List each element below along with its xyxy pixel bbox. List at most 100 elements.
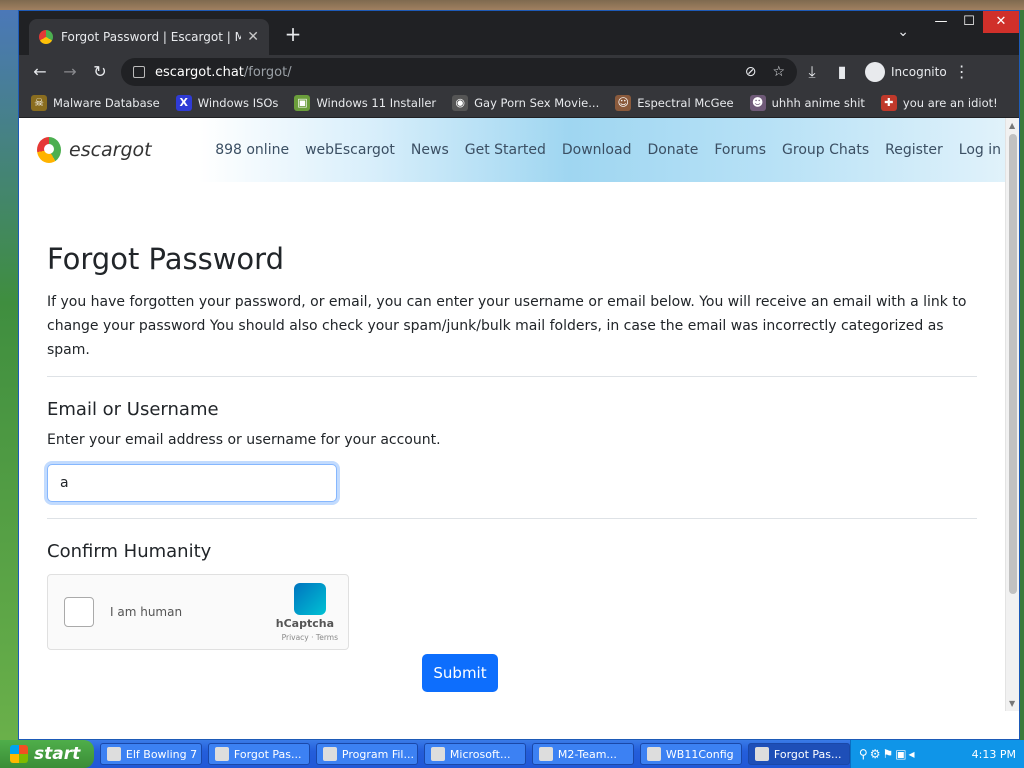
confirm-humanity-heading: Confirm Humanity — [47, 541, 212, 562]
scrollbar-thumb[interactable] — [1009, 134, 1017, 594]
incognito-icon — [865, 62, 885, 82]
desktop-background-right — [1020, 10, 1024, 740]
eye-off-icon[interactable]: ⊘ — [745, 64, 757, 80]
tray-icons[interactable]: ⚲⚙⚑▣◂ — [859, 747, 972, 761]
bookmark-label: Gay Porn Sex Movie... — [474, 96, 600, 110]
taskbar-button[interactable]: Forgot Pas... — [207, 743, 310, 765]
taskbar-button[interactable]: Microsoft... — [423, 743, 526, 765]
web-page: escargot 898 online webEscargot News Get St… — [19, 118, 1019, 711]
url-path: /forgot/ — [243, 64, 292, 80]
bookmark-item[interactable]: ◉ Gay Porn Sex Movie... — [452, 95, 599, 111]
bookmark-label: Espectral McGee — [637, 96, 734, 110]
intro-text: If you have forgotten your password, or … — [47, 294, 967, 358]
tab-close-icon[interactable]: ✕ — [247, 29, 259, 45]
bookmark-label: Windows 11 Installer — [316, 96, 437, 110]
tab-forgot-password[interactable]: Forgot Password | Escargot | MSN ✕ — [29, 19, 269, 55]
taskbar-button[interactable]: Forgot Pas... — [747, 743, 850, 765]
escargot-favicon-icon — [39, 30, 53, 44]
captcha-label: I am human — [110, 605, 183, 619]
email-heading: Email or Username — [47, 399, 219, 420]
hcaptcha-logo-icon — [294, 583, 326, 615]
scroll-down-icon[interactable]: ▼ — [1009, 699, 1015, 708]
page-title: Forgot Password — [47, 242, 284, 276]
bookmark-item[interactable]: ▣ Windows 11 Installer — [294, 95, 436, 111]
maximize-button[interactable]: ☐ — [955, 11, 983, 33]
hcaptcha-widget: I am human hCaptcha Privacy · Terms — [47, 574, 349, 650]
taskbar-button[interactable]: Program Fil... — [315, 743, 418, 765]
escargot-brand[interactable]: escargot — [37, 137, 152, 163]
tab-strip: Forgot Password | Escargot | MSN ✕ + ⌄ —… — [19, 11, 1019, 55]
nav-link[interactable]: Get Started — [465, 142, 546, 158]
new-tab-button[interactable]: + — [281, 23, 305, 47]
bookmark-star-icon[interactable]: ☆ — [772, 64, 785, 80]
nav-link[interactable]: Download — [562, 142, 632, 158]
desktop-background-top — [0, 0, 1024, 10]
windows-logo-icon — [10, 745, 28, 763]
app-icon — [538, 747, 553, 761]
nav-link[interactable]: Forums — [714, 142, 766, 158]
bookmark-label: you are an idiot! — [902, 96, 998, 110]
nav-link[interactable]: Log in — [959, 142, 1001, 158]
start-label: start — [34, 744, 81, 764]
escargot-logo-icon — [37, 137, 61, 163]
download-icon[interactable]: ⤓ — [797, 58, 827, 86]
taskbar-label: Program Fil... — [341, 747, 414, 761]
bookmark-item[interactable]: ☺ Espectral McGee — [615, 95, 734, 111]
address-bar[interactable]: escargot.chat /forgot/ ⊘ ☆ — [121, 58, 797, 86]
window-controls: — ☐ ✕ — [927, 11, 1019, 33]
taskbar-button[interactable]: Elf Bowling 7 — [99, 743, 202, 765]
nav-link[interactable]: 898 online — [215, 142, 289, 158]
nav-link[interactable]: Donate — [647, 142, 698, 158]
clock[interactable]: 4:13 PM — [972, 748, 1016, 761]
back-button[interactable]: ← — [25, 58, 55, 86]
nav-link[interactable]: News — [411, 142, 449, 158]
skull-icon: ☠ — [31, 95, 47, 111]
side-panel-icon[interactable]: ▮ — [827, 58, 857, 86]
incognito-indicator[interactable]: Incognito — [865, 62, 947, 82]
taskbar-button[interactable]: M2-Team... — [531, 743, 634, 765]
incognito-label: Incognito — [891, 65, 947, 79]
url-host: escargot.chat — [155, 64, 244, 80]
taskbar-button[interactable]: WB11Config — [639, 743, 742, 765]
taskbar-label: M2-Team... — [557, 747, 617, 761]
email-help-text: Enter your email address or username for… — [47, 432, 441, 448]
taskbar-tasks: Elf Bowling 7 Forgot Pas... Program Fil...… — [94, 743, 850, 765]
nav-link[interactable]: Register — [885, 142, 943, 158]
brand-name: escargot — [69, 139, 152, 161]
nav-link[interactable]: webEscargot — [305, 142, 395, 158]
desktop-background-left — [0, 10, 18, 740]
film-icon: ◉ — [452, 95, 469, 111]
divider — [47, 376, 977, 377]
lock-icon[interactable] — [133, 66, 145, 78]
close-window-button[interactable]: ✕ — [983, 11, 1019, 33]
avatar-icon: ☺ — [615, 95, 632, 111]
app-icon — [646, 747, 661, 761]
bookmark-label: Windows ISOs — [197, 96, 279, 110]
hcaptcha-links[interactable]: Privacy · Terms — [282, 633, 338, 642]
minimize-button[interactable]: — — [927, 11, 955, 33]
bookmark-item[interactable]: ✚ you are an idiot! — [880, 95, 998, 111]
forward-button[interactable]: → — [55, 58, 85, 86]
captcha-checkbox[interactable] — [64, 597, 94, 627]
site-navbar: escargot 898 online webEscargot News Get St… — [19, 118, 1019, 182]
page-scrollbar[interactable]: ▲ ▼ — [1005, 118, 1019, 711]
email-or-username-input[interactable] — [47, 464, 337, 502]
start-button[interactable]: start — [0, 740, 94, 768]
bookmark-item[interactable]: X Windows ISOs — [175, 95, 279, 111]
tab-title: Forgot Password | Escargot | MSN — [61, 30, 241, 44]
anime-icon: ☻ — [749, 95, 766, 111]
bookmark-item[interactable]: ☻ uhhh anime shit — [749, 95, 865, 111]
scroll-up-icon[interactable]: ▲ — [1009, 121, 1015, 130]
site-nav-links: 898 online webEscargot News Get Started Down… — [199, 142, 1001, 158]
tab-search-icon[interactable]: ⌄ — [897, 24, 909, 40]
bookmark-label: uhhh anime shit — [771, 96, 865, 110]
nav-link[interactable]: Group Chats — [782, 142, 869, 158]
bookmark-item[interactable]: ☠ Malware Database — [31, 95, 160, 111]
taskbar-label: Forgot Pas... — [233, 747, 302, 761]
browser-window: Forgot Password | Escargot | MSN ✕ + ⌄ —… — [18, 10, 1020, 740]
taskbar-label: Elf Bowling 7 — [125, 747, 198, 761]
hcaptcha-brand: hCaptcha — [275, 617, 334, 630]
browser-menu-icon[interactable]: ⋮ — [947, 58, 977, 86]
submit-button[interactable]: Submit — [422, 654, 498, 692]
reload-button[interactable]: ↻ — [85, 58, 115, 86]
